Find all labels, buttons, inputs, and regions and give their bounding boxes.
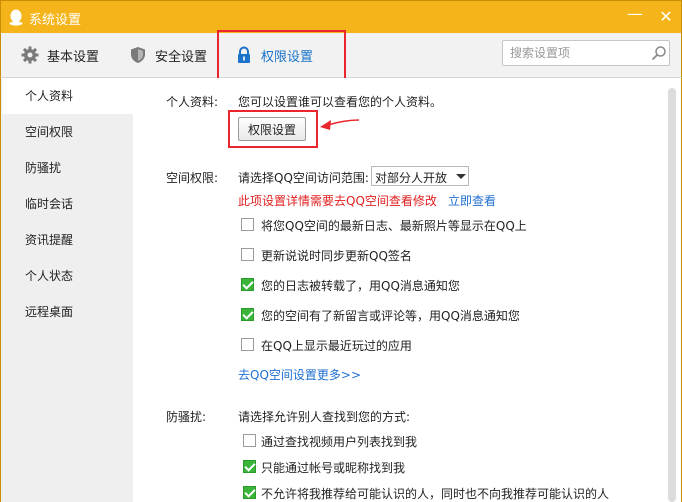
- space-scope-select[interactable]: 对部分人开放: [371, 166, 469, 186]
- sidebar-item-news[interactable]: 资讯提醒: [2, 222, 134, 258]
- close-button[interactable]: ✕: [656, 7, 676, 27]
- highlight-box-tab: [217, 30, 346, 80]
- profile-label: 个人资料:: [166, 95, 219, 109]
- search-box: [502, 40, 670, 66]
- option-label: 您的日志被转载了，用QQ消息通知您: [261, 279, 460, 293]
- checkbox-new-comment-notify[interactable]: [241, 308, 254, 321]
- chevron-down-icon: [456, 174, 466, 179]
- tab-basic-settings[interactable]: 基本设置: [21, 33, 99, 77]
- view-now-link[interactable]: 立即查看: [448, 192, 496, 209]
- space-warning: 此项设置详情需要去QQ空间查看修改: [238, 194, 437, 208]
- shield-icon: [131, 47, 145, 63]
- red-arrow-icon: [320, 119, 360, 130]
- search-icon[interactable]: [651, 45, 667, 61]
- option-label: 只能通过帐号或昵称找到我: [261, 461, 406, 475]
- search-input[interactable]: [510, 45, 640, 61]
- space-prompt: 请选择QQ空间访问范围:: [238, 171, 369, 185]
- sidebar-item-temp-chat[interactable]: 临时会话: [2, 186, 134, 222]
- space-label: 空间权限:: [166, 171, 219, 185]
- sidebar: 个人资料 空间权限 防骚扰 临时会话 资讯提醒 个人状态 远程桌面: [0, 78, 134, 502]
- checkbox-video-user-list[interactable]: [243, 434, 256, 447]
- harass-label: 防骚扰:: [166, 410, 207, 424]
- tab-security-settings[interactable]: 安全设置: [129, 33, 207, 77]
- sidebar-item-remote-desktop[interactable]: 远程桌面: [2, 294, 134, 330]
- option-label: 通过查找视频用户列表找到我: [261, 435, 418, 449]
- select-value: 对部分人开放: [375, 171, 448, 185]
- checkbox-sync-signature[interactable]: [241, 248, 254, 261]
- highlight-box-button: [228, 110, 318, 148]
- tab-label: 安全设置: [155, 49, 208, 65]
- option-label: 在QQ上显示最近玩过的应用: [261, 339, 412, 353]
- option-label: 您的空间有了新留言或评论等，用QQ消息通知您: [261, 309, 520, 323]
- sidebar-item-status[interactable]: 个人状态: [2, 258, 134, 294]
- checkbox-account-nickname-only[interactable]: [243, 460, 256, 473]
- checkbox-show-space-updates[interactable]: [241, 218, 254, 231]
- checkbox-recent-apps[interactable]: [241, 338, 254, 351]
- minimize-button[interactable]: —: [625, 6, 645, 27]
- sidebar-item-anti-harass[interactable]: 防骚扰: [2, 150, 134, 186]
- option-label: 不允许将我推荐给可能认识的人，同时也不向我推荐可能认识的人: [261, 487, 610, 501]
- option-label: 更新说说时同步更新QQ签名: [261, 249, 412, 263]
- title-bar: 系统设置 — ✕: [0, 0, 682, 33]
- harass-prompt: 请选择允许别人查找到您的方式:: [238, 410, 411, 424]
- sidebar-item-profile[interactable]: 个人资料: [2, 78, 134, 114]
- window-title: 系统设置: [29, 13, 82, 28]
- qq-penguin-icon: [9, 9, 23, 26]
- profile-desc: 您可以设置谁可以查看您的个人资料。: [238, 95, 443, 109]
- checkbox-no-recommend[interactable]: [243, 486, 256, 499]
- option-label: 将您QQ空间的最新日志、最新照片等显示在QQ上: [261, 219, 527, 233]
- sidebar-item-space[interactable]: 空间权限: [2, 114, 134, 150]
- more-space-settings-link[interactable]: 去QQ空间设置更多>>: [238, 366, 361, 383]
- scrollbar-thumb[interactable]: [668, 88, 676, 502]
- tab-label: 基本设置: [47, 49, 100, 65]
- gear-icon: [21, 46, 39, 64]
- checkbox-blog-reposted-notify[interactable]: [241, 278, 254, 291]
- scrollbar[interactable]: [666, 82, 678, 502]
